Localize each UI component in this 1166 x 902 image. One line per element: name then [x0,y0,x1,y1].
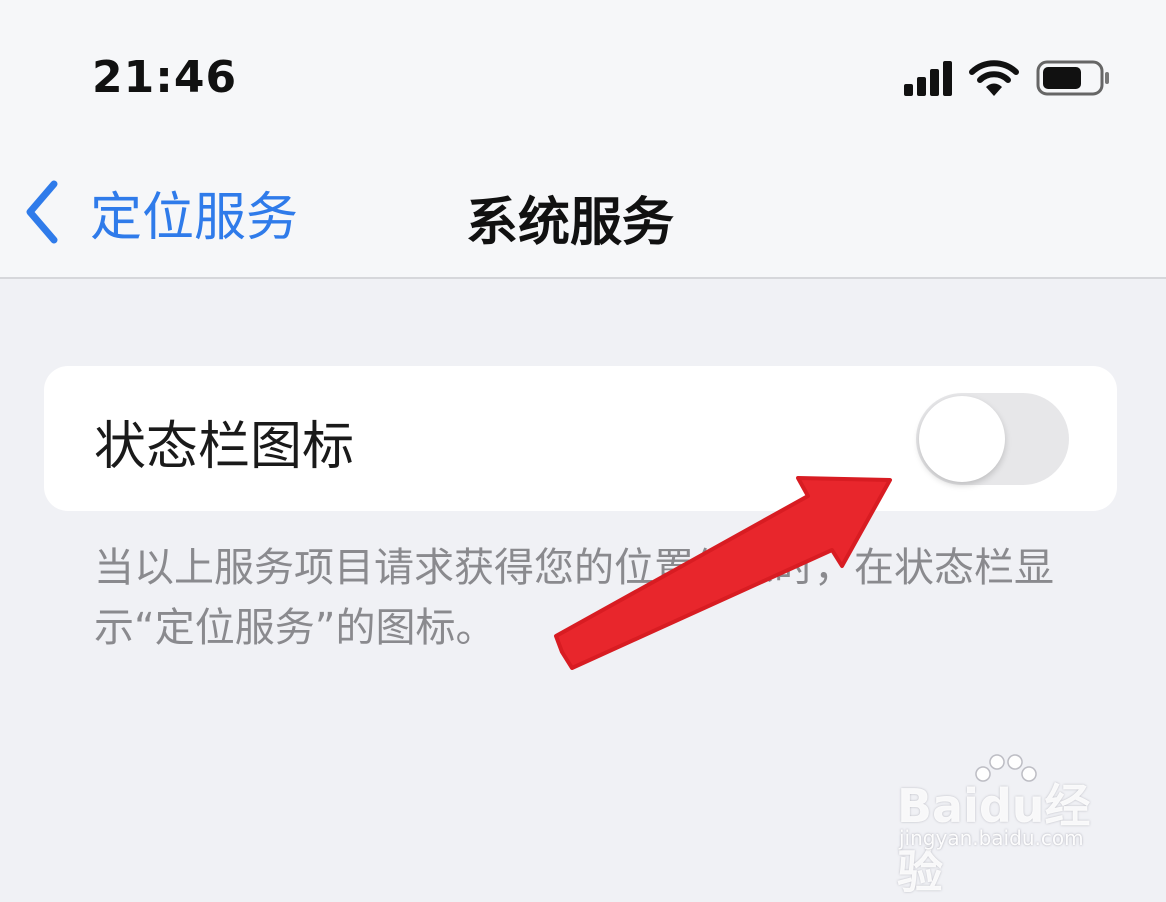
chevron-left-icon [26,180,58,244]
cellular-signal-icon [904,61,952,96]
watermark-url: jingyan.baidu.com [899,826,1084,850]
page-title: 系统服务 [466,193,675,253]
status-bar-icon-label: 状态栏图标 [94,417,355,477]
status-bar: 21:46 [0,0,1166,150]
setting-description: 当以上服务项目请求获得您的位置信息时，在状态栏显示“定位服务”的图标。 [94,545,1054,651]
toggle-knob [919,396,1005,482]
back-button-label: 定位服务 [90,187,299,248]
back-button[interactable]: 定位服务 [22,177,299,248]
baidu-watermark: Baidu经验 jingyan.baidu.com [895,752,1125,899]
navigation-bar: 定位服务 系统服务 [0,150,1166,279]
status-time: 21:46 [92,52,238,103]
wifi-icon [969,60,1019,96]
settings-group: 状态栏图标 [44,366,1117,511]
status-bar-icon-toggle[interactable] [916,393,1069,485]
battery-icon [1036,60,1109,96]
